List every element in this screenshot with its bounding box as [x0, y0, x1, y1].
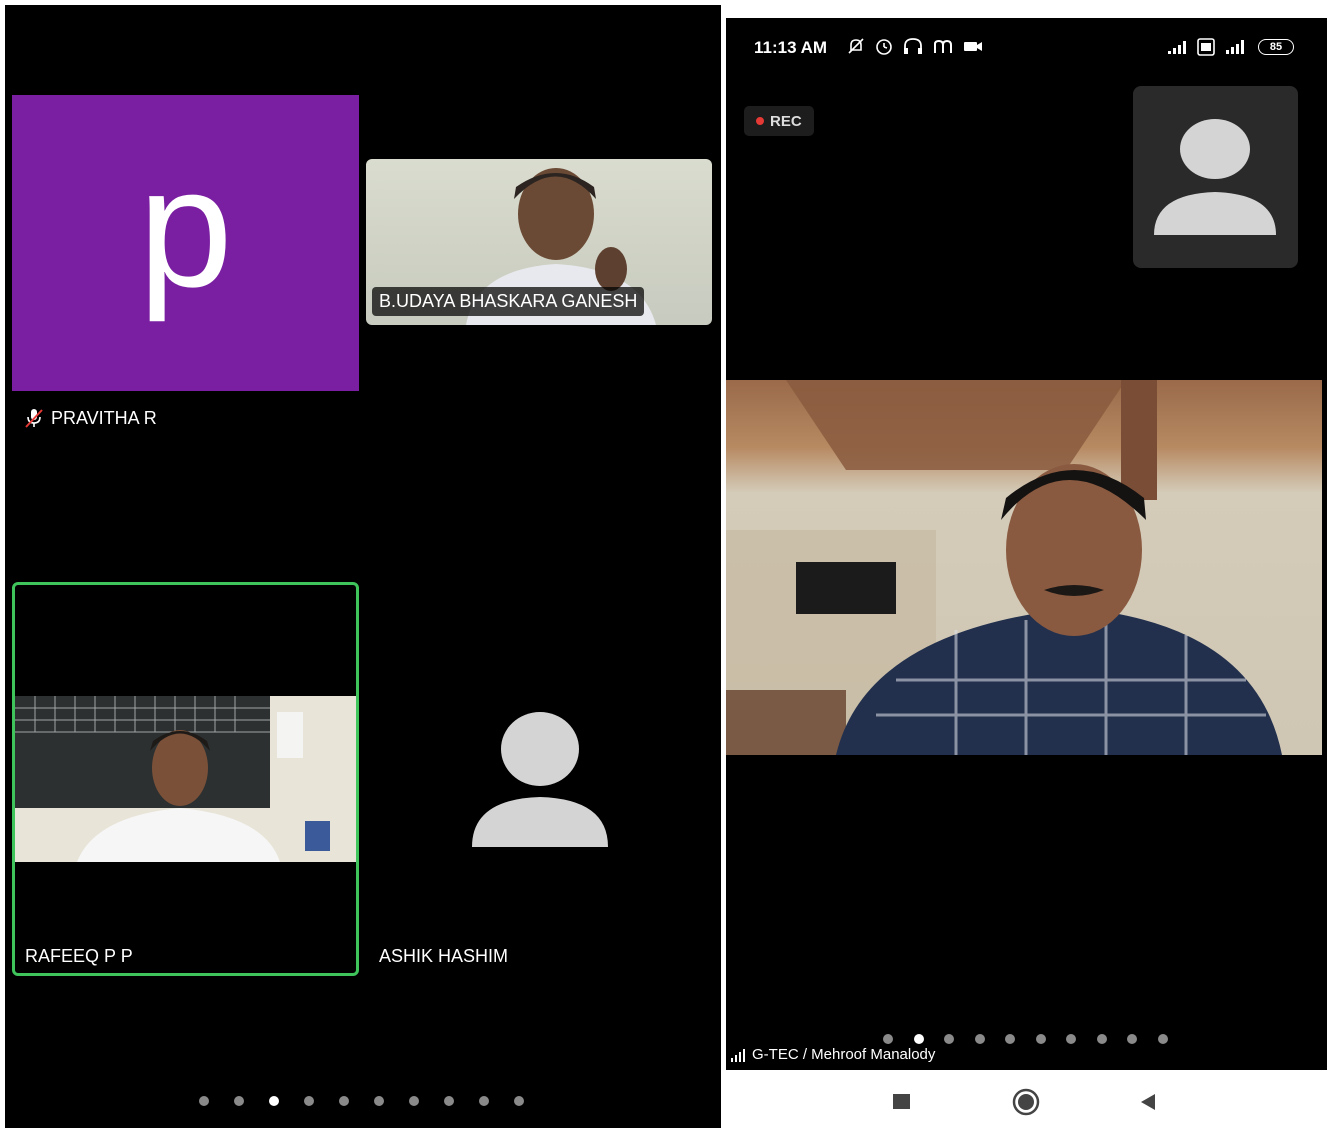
- page-dot[interactable]: [234, 1096, 244, 1106]
- page-dot[interactable]: [339, 1096, 349, 1106]
- participant-label-pravitha: PRAVITHA R: [23, 407, 157, 429]
- avatar-pravitha[interactable]: p: [12, 95, 359, 391]
- main-speaker-video[interactable]: [726, 380, 1322, 755]
- alarm-icon: [876, 39, 892, 55]
- participant-name-udaya: B.UDAYA BHASKARA GANESH: [372, 287, 645, 316]
- video-rafeeq[interactable]: [15, 696, 356, 862]
- recent-apps-icon[interactable]: [893, 1094, 910, 1109]
- participant-name-ashik: ASHIK HASHIM: [379, 946, 509, 966]
- page-indicator: [199, 1096, 524, 1106]
- 4g-signal-icon: [1226, 40, 1244, 54]
- video-udaya[interactable]: B.UDAYA BHASKARA GANESH: [366, 159, 712, 325]
- page-dot[interactable]: [944, 1034, 954, 1044]
- person-icon: [1154, 119, 1276, 235]
- left-meeting-screen: p PRAVITHA R B.UDAYA BHASKARA GANESH RAF…: [5, 5, 721, 1128]
- page-dot[interactable]: [1157, 1034, 1168, 1044]
- page-dot[interactable]: [304, 1096, 314, 1106]
- video-feed-rafeeq: [15, 696, 330, 862]
- rec-label: REC: [770, 112, 802, 130]
- page-dot[interactable]: [1127, 1034, 1137, 1044]
- android-nav-bar: [726, 1070, 1327, 1128]
- page-dot[interactable]: [1035, 1034, 1046, 1044]
- volte-icon: [1197, 38, 1215, 56]
- page-dot[interactable]: [444, 1096, 454, 1106]
- back-icon[interactable]: [1138, 1092, 1158, 1112]
- participant-name: PRAVITHA R: [51, 407, 157, 428]
- page-dot[interactable]: [913, 1034, 924, 1044]
- signal-icon: [1168, 41, 1186, 54]
- connection-signal-icon: [731, 1048, 745, 1062]
- battery-indicator: 85: [1258, 39, 1294, 55]
- page-dot[interactable]: [514, 1096, 524, 1106]
- page-dot[interactable]: [269, 1096, 279, 1106]
- avatar-initial: p: [138, 133, 233, 323]
- notifications-off-icon: [848, 38, 864, 54]
- mic-off-icon: [25, 409, 43, 428]
- video-camera-icon: [964, 42, 982, 51]
- home-icon[interactable]: [1011, 1087, 1041, 1117]
- person-icon: [472, 712, 608, 847]
- page-dot[interactable]: [409, 1096, 419, 1106]
- meeting-info: G-TEC / Mehroof Manalody: [730, 1046, 935, 1063]
- page-dot[interactable]: [479, 1096, 489, 1106]
- meeting-name: G-TEC / Mehroof Manalody: [752, 1046, 936, 1063]
- page-dot[interactable]: [374, 1096, 384, 1106]
- participant-name-rafeeq: RAFEEQ P P: [25, 946, 133, 966]
- video-feed-speaker: [726, 380, 1282, 755]
- page-indicator: [883, 1034, 1168, 1044]
- status-icons-right: 85: [1166, 38, 1294, 56]
- page-dot[interactable]: [1096, 1034, 1107, 1044]
- headphones-icon: [904, 38, 922, 54]
- self-preview-tile[interactable]: [1133, 86, 1298, 268]
- page-dot[interactable]: [974, 1034, 985, 1044]
- page-dot[interactable]: [1066, 1034, 1076, 1044]
- app-m-icon: [934, 39, 952, 53]
- status-time: 11:13 AM: [754, 38, 828, 57]
- right-meeting-screen: 11:13 AM 85 REC G-TEC / Mehroof Manalody: [726, 18, 1327, 1070]
- page-dot[interactable]: [883, 1034, 893, 1044]
- page-dot[interactable]: [199, 1096, 209, 1106]
- status-icons-left: [846, 36, 984, 56]
- record-dot-icon: [756, 117, 764, 125]
- page-dot[interactable]: [1005, 1034, 1015, 1044]
- recording-indicator: REC: [744, 106, 814, 136]
